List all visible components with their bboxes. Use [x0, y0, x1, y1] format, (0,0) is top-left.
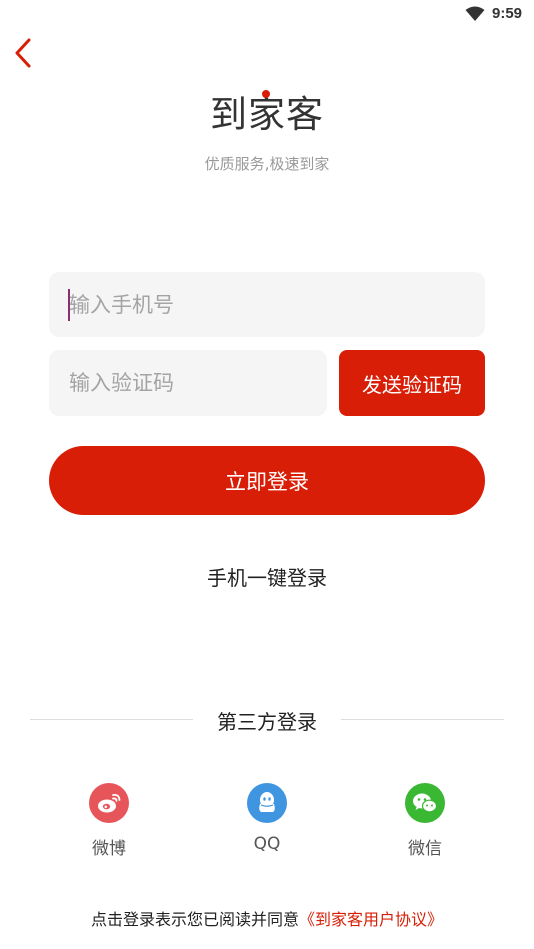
wechat-login-button[interactable]: 微信	[385, 783, 465, 859]
code-field-container	[49, 350, 327, 416]
qq-label: QQ	[253, 834, 281, 854]
back-button[interactable]	[10, 36, 42, 70]
status-time: 9:59	[492, 5, 523, 22]
wifi-icon	[465, 6, 485, 22]
weibo-login-button[interactable]: 微博	[69, 783, 149, 859]
login-screen: 9:59 到家客 优质服务,极速到家 发送验证码 立即登录 手机一键登录 第三方…	[0, 0, 534, 949]
user-agreement-link[interactable]: 《到家客用户协议》	[299, 910, 443, 929]
chevron-left-icon	[10, 36, 42, 70]
wechat-icon	[405, 783, 445, 823]
divider-right	[341, 719, 504, 720]
weibo-label: 微博	[92, 839, 126, 859]
agreement-prefix: 点击登录表示您已阅读并同意	[90, 910, 299, 929]
logo-dot	[262, 90, 270, 98]
app-slogan: 优质服务,极速到家	[204, 155, 330, 173]
text-caret	[68, 289, 70, 321]
phone-field-container	[49, 272, 485, 337]
agreement-text: 点击登录表示您已阅读并同意《到家客用户协议》	[0, 906, 534, 930]
send-code-button[interactable]: 发送验证码	[339, 350, 485, 416]
phone-input[interactable]	[49, 272, 485, 337]
one-key-login-link[interactable]: 手机一键登录	[0, 562, 534, 591]
verification-code-input[interactable]	[49, 350, 327, 416]
weibo-icon	[89, 783, 129, 823]
login-button[interactable]: 立即登录	[49, 446, 485, 515]
status-bar: 9:59	[0, 0, 534, 30]
qq-login-button[interactable]: QQ	[227, 783, 307, 854]
qq-icon	[247, 783, 287, 823]
wechat-label: 微信	[408, 839, 442, 859]
third-party-title: 第三方登录	[217, 710, 317, 734]
